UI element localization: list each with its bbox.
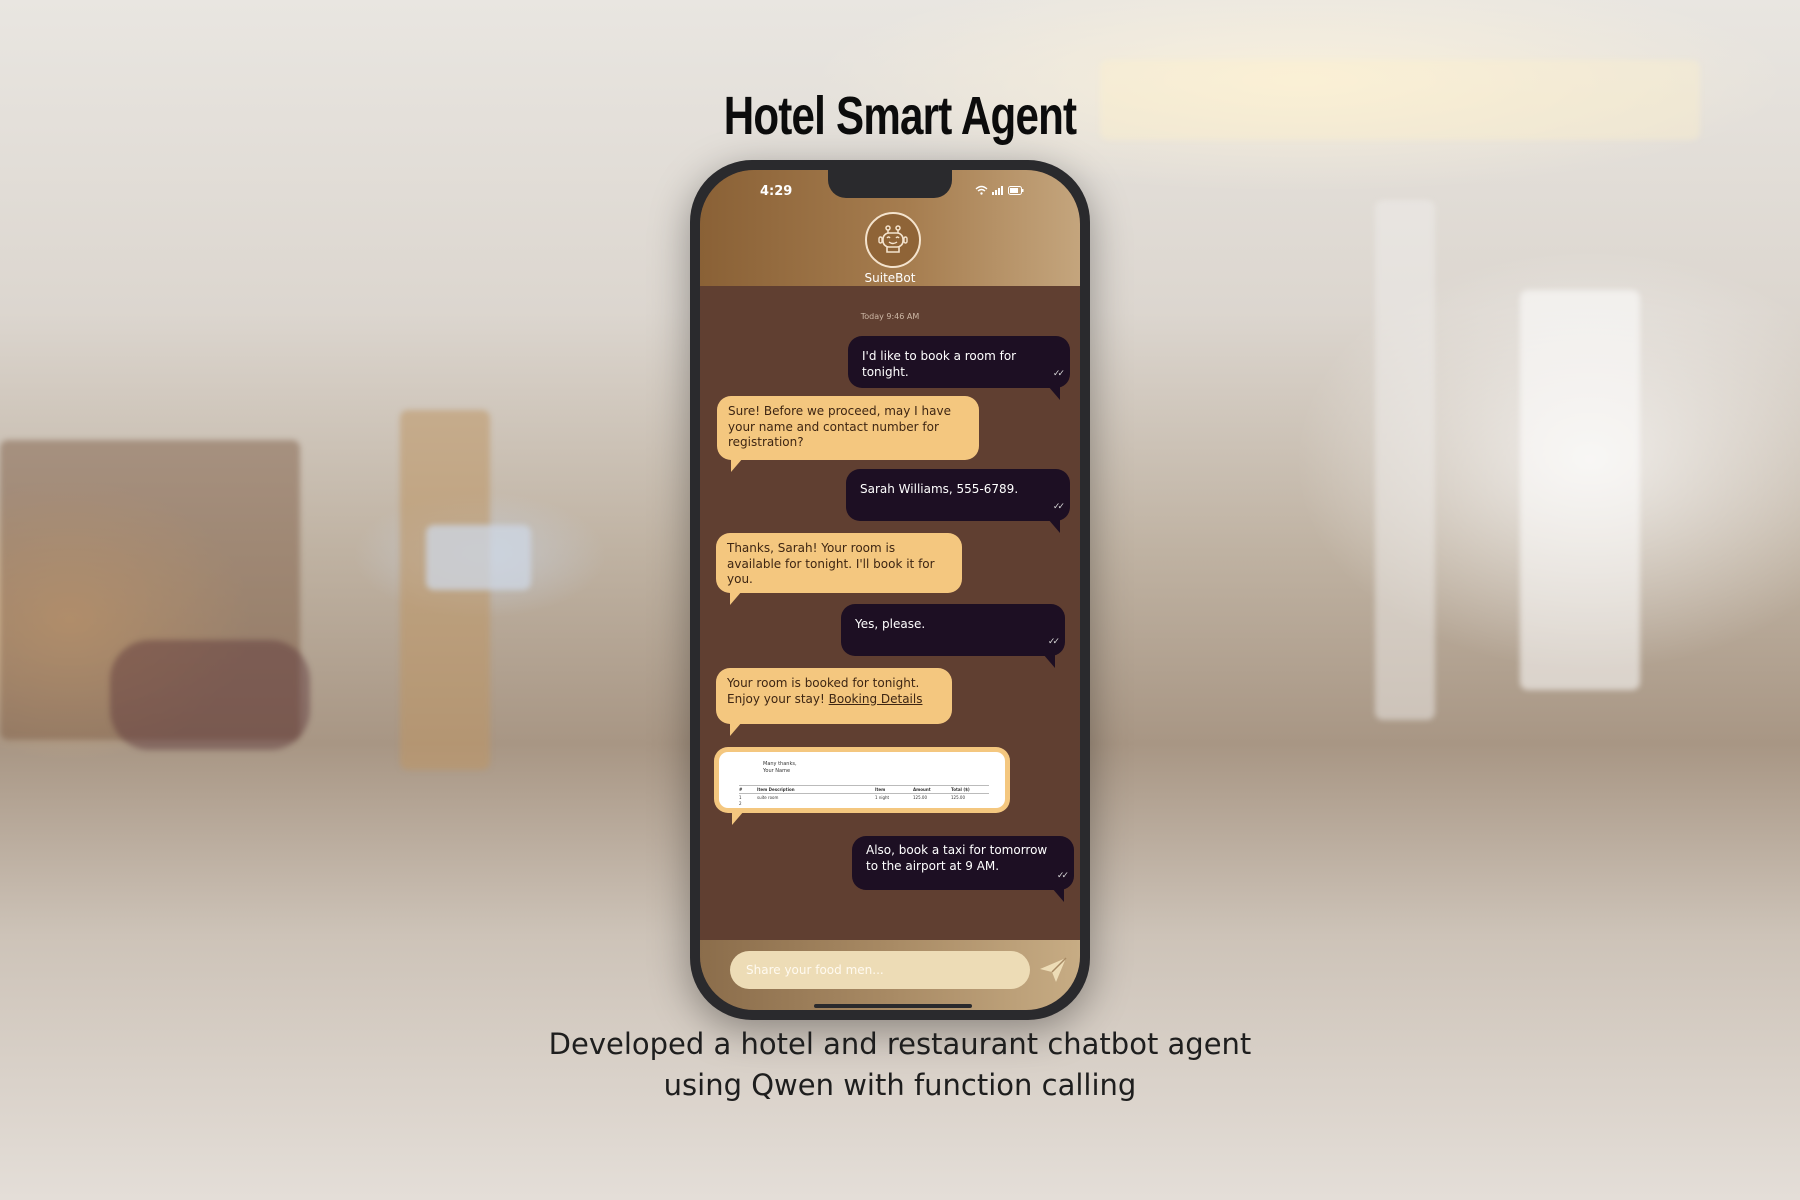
user-message[interactable]: Sarah Williams, 555-6789. ✓✓ xyxy=(846,469,1070,533)
bubble-tail xyxy=(1048,519,1060,533)
user-message[interactable]: I'd like to book a room for tonight. ✓✓ xyxy=(848,336,1070,400)
message-input[interactable] xyxy=(730,951,1030,989)
invoice-preview[interactable]: Many thanks, Your Name # Item Descriptio… xyxy=(719,752,1005,808)
invoice-cell: suite room xyxy=(757,795,779,800)
message-text: Thanks, Sarah! Your room is available fo… xyxy=(727,541,935,586)
background-window-right xyxy=(1520,290,1640,690)
invoice-note-line: Many thanks, xyxy=(763,761,797,767)
background-sofa xyxy=(110,640,310,750)
message-text: Sarah Williams, 555-6789. xyxy=(860,482,1019,496)
invoice-cell: 2 xyxy=(739,801,742,806)
invoice-row: 2 xyxy=(739,801,989,806)
invoice-header: Item Description xyxy=(757,787,795,792)
wifi-icon xyxy=(975,185,988,195)
bubble-tail xyxy=(730,591,742,605)
bot-name: SuiteBot xyxy=(864,271,916,285)
bubble-tail xyxy=(1052,888,1064,902)
robot-icon xyxy=(878,225,908,253)
invoice-cell: 125.00 xyxy=(913,795,927,800)
invoice-header: Total ($) xyxy=(951,787,970,792)
background-screen xyxy=(426,525,531,590)
invoice-header: Item xyxy=(875,787,886,792)
background-column-right xyxy=(1375,200,1435,720)
invoice-row: 1 suite room 1 night 125.00 125.00 xyxy=(739,795,989,800)
bubble-tail xyxy=(730,722,742,736)
bot-avatar[interactable] xyxy=(865,212,921,268)
message-text: Sure! Before we proceed, may I have your… xyxy=(728,404,951,449)
invoice-note: Many thanks, Your Name xyxy=(763,761,797,775)
user-message[interactable]: Yes, please. ✓✓ xyxy=(841,604,1065,668)
bot-message[interactable]: Thanks, Sarah! Your room is available fo… xyxy=(716,533,962,605)
bubble-tail xyxy=(732,811,744,825)
message-text: Yes, please. xyxy=(855,617,926,631)
bubble-tail xyxy=(731,458,743,472)
invoice-header-row: # Item Description Item Amount Total ($) xyxy=(739,787,989,792)
bubble-tail xyxy=(1043,654,1055,668)
signal-icon xyxy=(992,185,1003,195)
home-indicator xyxy=(814,1004,972,1008)
phone-mockup: 4:29 SuiteBot Today 9:46 AM I'd like to … xyxy=(690,160,1090,1020)
status-icons xyxy=(975,185,1024,195)
page-caption: Developed a hotel and restaurant chatbot… xyxy=(0,1024,1800,1106)
read-receipt-icon: ✓✓ xyxy=(1056,870,1069,881)
status-time: 4:29 xyxy=(760,184,793,199)
message-composer xyxy=(700,940,1080,1010)
bot-message[interactable]: Sure! Before we proceed, may I have your… xyxy=(717,396,979,472)
read-receipt-icon: ✓✓ xyxy=(1047,636,1060,647)
invoice-note-line: Your Name xyxy=(763,768,791,774)
invoice-cell: 125.00 xyxy=(951,795,965,800)
invoice-attachment[interactable]: Many thanks, Your Name # Item Descriptio… xyxy=(714,747,1010,825)
invoice-divider xyxy=(739,785,989,786)
bubble-tail xyxy=(1048,386,1060,400)
invoice-cell: 1 night xyxy=(875,795,890,800)
booking-details-link[interactable]: Booking Details xyxy=(829,692,923,706)
read-receipt-icon: ✓✓ xyxy=(1052,501,1065,512)
message-text: Also, book a taxi for tomorrow to the ai… xyxy=(866,843,1048,873)
phone-screen: 4:29 SuiteBot Today 9:46 AM I'd like to … xyxy=(700,170,1080,1010)
invoice-divider xyxy=(739,793,989,794)
caption-line: using Qwen with function calling xyxy=(663,1068,1137,1102)
user-message[interactable]: Also, book a taxi for tomorrow to the ai… xyxy=(852,836,1074,902)
background-pillar xyxy=(400,410,490,770)
invoice-header: # xyxy=(739,787,743,792)
message-timestamp: Today 9:46 AM xyxy=(860,312,920,321)
bot-message[interactable]: Your room is booked for tonight. Enjoy y… xyxy=(716,668,952,736)
caption-line: Developed a hotel and restaurant chatbot… xyxy=(548,1027,1252,1061)
phone-notch xyxy=(828,170,952,198)
page-title: Hotel Smart Agent xyxy=(723,86,1077,146)
invoice-cell: 1 xyxy=(739,795,742,800)
battery-icon xyxy=(1008,185,1024,195)
invoice-header: Amount xyxy=(913,787,931,792)
send-icon[interactable] xyxy=(1038,956,1068,984)
read-receipt-icon: ✓✓ xyxy=(1052,368,1065,379)
message-text: I'd like to book a room for tonight. xyxy=(862,349,1017,379)
